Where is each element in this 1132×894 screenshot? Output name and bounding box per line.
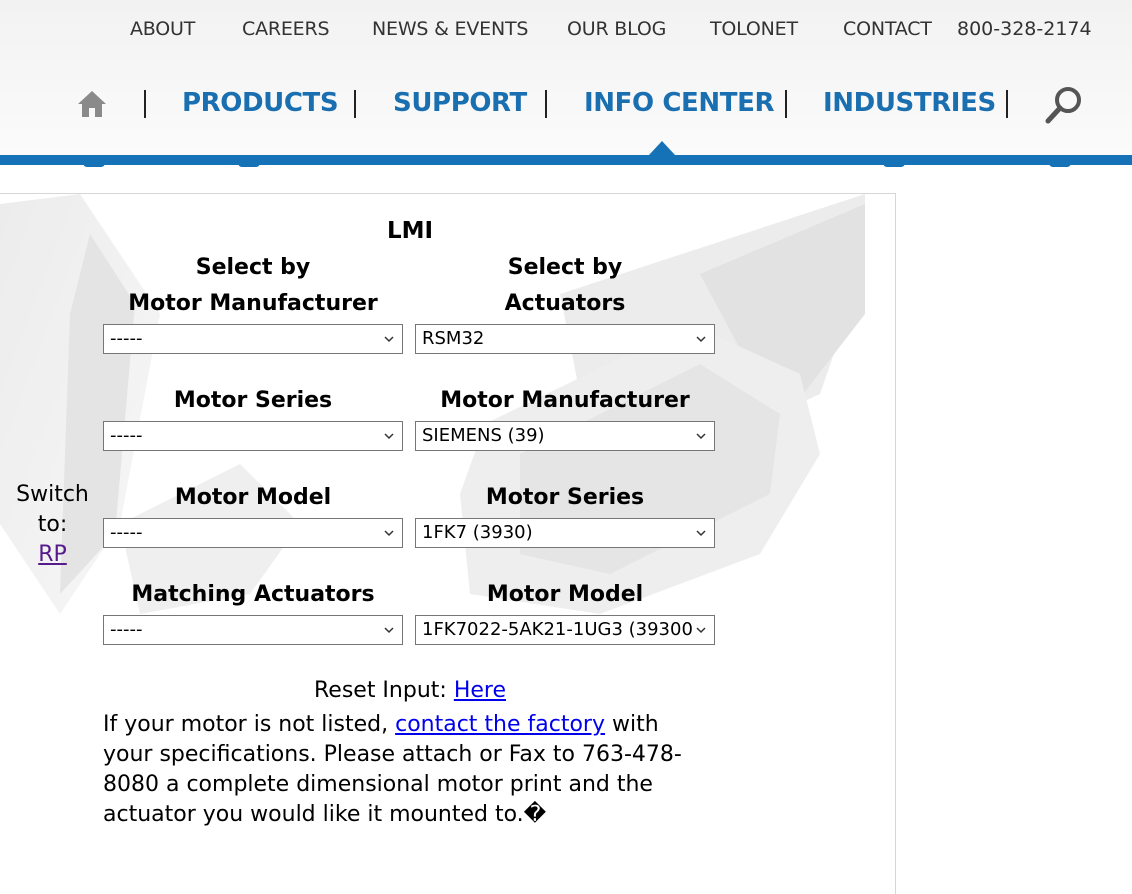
chevron-down-icon: [696, 336, 706, 343]
motor-model-label: Motor Model: [174, 485, 332, 510]
nav-separator: [1006, 90, 1008, 118]
chevron-down-icon: [384, 336, 394, 343]
nav-about[interactable]: ABOUT: [130, 18, 195, 40]
actuator-motor-series-label: Motor Series: [485, 485, 645, 510]
form-title: LMI: [386, 218, 434, 244]
nav-industries[interactable]: INDUSTRIES: [823, 88, 996, 118]
actuator-motor-manufacturer-label: Motor Manufacturer: [440, 388, 690, 413]
site-header: ABOUT CAREERS NEWS & EVENTS OUR BLOG TOL…: [0, 0, 1132, 155]
nav-separator: [354, 90, 356, 118]
nav-info-center[interactable]: INFO CENTER: [584, 88, 774, 118]
chevron-down-icon: [696, 530, 706, 537]
nav-separator: [545, 90, 547, 118]
matching-actuators-label: Matching Actuators: [131, 582, 375, 607]
chevron-down-icon: [384, 530, 394, 537]
matching-actuators-select[interactable]: -----: [103, 615, 403, 645]
active-nav-indicator: [649, 141, 675, 155]
tab-nub: [238, 163, 260, 167]
actuator-motor-series-select[interactable]: 1FK7 (3930): [415, 518, 715, 548]
nav-tolonet[interactable]: TOLONET: [710, 18, 798, 40]
nav-news-events[interactable]: NEWS & EVENTS: [372, 18, 528, 40]
right-heading: Select by Actuators: [415, 250, 715, 322]
left-heading-line1: Select by: [195, 255, 311, 280]
chevron-down-icon: [696, 433, 706, 440]
switch-label-line1: Switch: [16, 482, 89, 507]
main-nav: PRODUCTS SUPPORT INFO CENTER INDUSTRIES: [0, 84, 1132, 124]
reset-input: Reset Input: Here: [210, 678, 610, 703]
nav-separator: [144, 90, 146, 118]
actuator-motor-model-label: Motor Model: [486, 582, 644, 607]
home-icon[interactable]: [77, 90, 107, 118]
actuator-motor-model-select[interactable]: 1FK7022-5AK21-1UG3 (39300: [415, 615, 715, 645]
nav-contact[interactable]: CONTACT: [843, 18, 932, 40]
right-heading-line2: Actuators: [504, 291, 626, 316]
reset-link[interactable]: Here: [454, 678, 506, 703]
search-icon[interactable]: [1043, 84, 1085, 126]
right-heading-line1: Select by: [507, 255, 623, 280]
phone-number[interactable]: 800-328-2174: [957, 18, 1092, 40]
chevron-down-icon: [384, 433, 394, 440]
nav-careers[interactable]: CAREERS: [242, 18, 330, 40]
actuator-motor-manufacturer-select[interactable]: SIEMENS (39): [415, 421, 715, 451]
nav-underline-bar: [0, 155, 1132, 165]
tab-nub: [883, 163, 905, 167]
switch-label-line2: to:: [37, 512, 68, 537]
motor-series-select[interactable]: -----: [103, 421, 403, 451]
switch-to-rp-link[interactable]: RP: [38, 542, 67, 567]
unlisted-motor-note: If your motor is not listed, contact the…: [103, 710, 713, 830]
motor-series-label: Motor Series: [173, 388, 333, 413]
nav-support[interactable]: SUPPORT: [393, 88, 527, 118]
left-heading: Select by Motor Manufacturer: [103, 250, 403, 322]
selector-frame: LMI Select by Motor Manufacturer Select …: [0, 193, 896, 894]
actuator-select[interactable]: RSM32: [415, 324, 715, 354]
nav-our-blog[interactable]: OUR BLOG: [567, 18, 666, 40]
note-text-before: If your motor is not listed,: [103, 712, 389, 737]
nav-separator: [785, 90, 787, 118]
left-heading-line2: Motor Manufacturer: [128, 291, 378, 316]
tab-nub: [1049, 163, 1071, 167]
switch-mode: Switch to: RP: [10, 480, 95, 570]
tab-nub: [83, 163, 105, 167]
motor-manufacturer-select[interactable]: -----: [103, 324, 403, 354]
contact-factory-link[interactable]: contact the factory: [395, 712, 605, 737]
chevron-down-icon: [696, 627, 706, 634]
top-nav: ABOUT CAREERS NEWS & EVENTS OUR BLOG TOL…: [0, 18, 1132, 44]
nav-products[interactable]: PRODUCTS: [182, 88, 339, 118]
chevron-down-icon: [384, 627, 394, 634]
reset-label: Reset Input:: [313, 678, 447, 703]
motor-model-select[interactable]: -----: [103, 518, 403, 548]
